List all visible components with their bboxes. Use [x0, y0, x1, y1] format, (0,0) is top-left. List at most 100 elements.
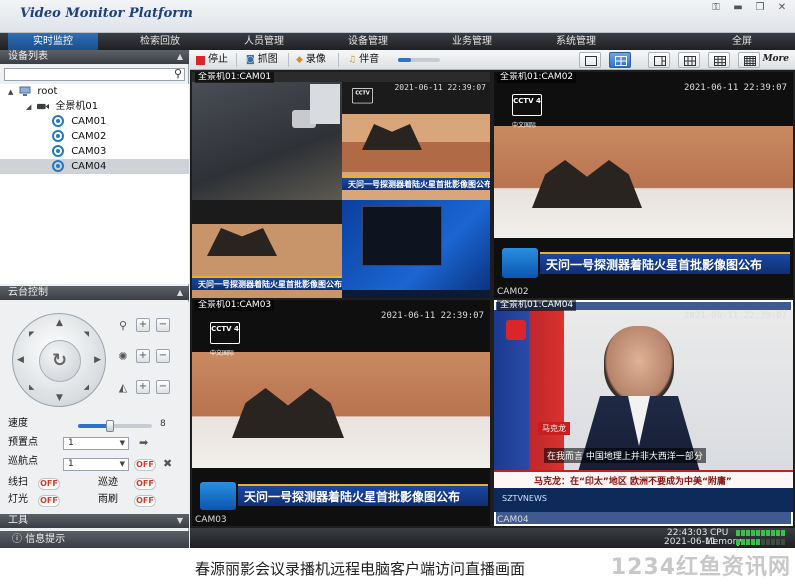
line-scan-toggle[interactable]: OFF: [38, 478, 60, 490]
wiper-toggle[interactable]: OFF: [134, 495, 156, 507]
info-bar[interactable]: ⓘ 信息提示: [0, 531, 189, 548]
layout-1-button[interactable]: [579, 52, 601, 68]
app-title: Video Monitor Platform: [20, 6, 193, 21]
speed-slider-handle[interactable]: [106, 420, 114, 432]
light-toggle[interactable]: OFF: [38, 495, 60, 507]
video-pane-cam04[interactable]: 马克龙 在我而言 中国地理上并非大西洋一部分 马克龙：在“印太”地区 欧洲不要成…: [494, 300, 793, 526]
meter-segment: [761, 529, 765, 536]
meter-segment: [781, 529, 785, 536]
camera-icon: [52, 115, 64, 127]
layout-8-button[interactable]: [678, 52, 700, 68]
cruise-select[interactable]: 1 ▼: [63, 458, 129, 471]
arrow-up-right-icon[interactable]: ◥: [84, 330, 89, 338]
layout-4-button[interactable]: [609, 52, 631, 68]
record-button[interactable]: ◆ 录像: [296, 53, 326, 67]
speed-slider[interactable]: [78, 420, 152, 432]
tree-group[interactable]: ◢ 全景机01: [26, 99, 98, 114]
news-logo-icon: [200, 482, 236, 510]
focus-out-button[interactable]: −: [156, 349, 170, 363]
lower-third: 马克龙：在“印太”地区 欧洲不要成为中美“附庸”: [494, 470, 793, 488]
arrow-down-icon[interactable]: ▼: [56, 393, 63, 403]
tree-camera-cam04[interactable]: CAM04: [0, 159, 189, 174]
tree-camera-cam03[interactable]: CAM03: [52, 144, 106, 159]
arrow-up-icon[interactable]: ▲: [56, 318, 63, 328]
ptz-header[interactable]: 云台控制 ▲: [0, 286, 189, 300]
pane-footer: CAM04: [497, 515, 529, 525]
snapshot-button[interactable]: ◙ 抓图: [246, 53, 278, 67]
search-icon[interactable]: ⚲: [174, 67, 182, 80]
channel-logo: CCTV: [352, 88, 373, 104]
audio-label: 伴音: [359, 54, 380, 65]
arrow-up-left-icon[interactable]: ◤: [29, 330, 34, 338]
goto-preset-icon[interactable]: ➡: [139, 436, 148, 449]
restore-icon[interactable]: ❐: [753, 2, 767, 14]
menu-live-monitor[interactable]: 实时监控: [8, 33, 98, 50]
tree-camera-cam01[interactable]: CAM01: [52, 114, 106, 129]
channel-logo: CCTV 4: [210, 322, 240, 344]
arrow-down-right-icon[interactable]: ◢: [84, 383, 89, 391]
lander-silhouette: [207, 228, 277, 256]
pane-footer: CAM02: [497, 287, 529, 297]
arrow-down-left-icon[interactable]: ◣: [29, 383, 34, 391]
expand-icon[interactable]: ▼: [177, 514, 183, 528]
preset-select[interactable]: 1 ▼: [63, 437, 129, 450]
device-search-input[interactable]: ⚲: [4, 67, 185, 81]
tree-camera-cam02[interactable]: CAM02: [52, 129, 106, 144]
audio-button[interactable]: ♫ 伴音: [348, 53, 379, 67]
menu-fullscreen[interactable]: 全屏: [710, 33, 774, 50]
volume-slider[interactable]: [398, 58, 440, 62]
meter-segment: [741, 538, 745, 545]
auto-rotate-button[interactable]: ↻: [39, 340, 81, 382]
menu-personnel[interactable]: 人员管理: [222, 33, 306, 50]
menu-device[interactable]: 设备管理: [326, 33, 410, 50]
video-pane-cam03[interactable]: CCTV 4 中文国际 2021-06-11 22:39:07 天问一号探测器着…: [192, 300, 490, 526]
layout-9-button[interactable]: [708, 52, 730, 68]
layout-16-button[interactable]: [738, 52, 760, 68]
camera-label: CAM04: [71, 161, 107, 172]
subtitle-text: 在我而言 中国地理上并非大西洋一部分: [544, 448, 706, 463]
settings-tool-icon[interactable]: ✖: [163, 457, 172, 470]
collapse-icon[interactable]: ▲: [177, 286, 183, 300]
minimize-icon[interactable]: ▬: [731, 2, 745, 14]
record-icon: ◆: [296, 55, 303, 65]
status-bar: 22:43:03 CPU 2021-06-11 Memory: [190, 528, 795, 548]
station-logo-icon: [506, 320, 526, 340]
collapse-icon[interactable]: ▲: [177, 50, 183, 64]
zoom-in-button[interactable]: +: [136, 318, 150, 332]
tree-root[interactable]: ▲ root: [8, 84, 57, 99]
menu-system[interactable]: 系统管理: [534, 33, 618, 50]
menu-search-playback[interactable]: 检索回放: [118, 33, 202, 50]
expand-icon[interactable]: ▲: [8, 85, 16, 100]
device-list-header[interactable]: 设备列表 ▲: [0, 50, 189, 64]
focus-in-button[interactable]: +: [136, 349, 150, 363]
video-pane-cam01[interactable]: CCTV 2021-06-11 22:39:07 天问一号探测器着陆火星首批影像…: [192, 72, 490, 298]
layout-eight-icon: [684, 56, 696, 66]
cpu-meter: [736, 529, 786, 538]
info-icon: ⓘ: [12, 534, 22, 545]
menu-business[interactable]: 业务管理: [430, 33, 514, 50]
ptz-direction-pad[interactable]: ▲ ▼ ◀ ▶ ◤ ◥ ◣ ◢ ↻: [12, 313, 106, 407]
patrol-toggle[interactable]: OFF: [134, 478, 156, 490]
arrow-right-icon[interactable]: ▶: [94, 355, 101, 365]
speed-value: 8: [160, 419, 166, 429]
news-caption: 天问一号探测器着陆火星首批影像图公布: [540, 252, 790, 274]
focus-icon: ✺: [118, 349, 128, 363]
desktop-view: [342, 200, 490, 298]
layout-6-button[interactable]: [648, 52, 670, 68]
tools-header[interactable]: 工具 ▼: [0, 514, 189, 528]
more-button[interactable]: More: [763, 54, 789, 64]
close-icon[interactable]: ✕: [775, 2, 789, 14]
iris-open-button[interactable]: +: [136, 380, 150, 394]
stop-button[interactable]: 停止: [196, 53, 228, 67]
stop-icon: [196, 55, 205, 65]
zoom-out-button[interactable]: −: [156, 318, 170, 332]
arrow-left-icon[interactable]: ◀: [17, 355, 24, 365]
pane-title: 全景机01:CAM03: [195, 300, 275, 311]
iris-close-button[interactable]: −: [156, 380, 170, 394]
video-pane-cam02[interactable]: CCTV 4 中文国际 2021-06-11 22:39:07 天问一号探测器着…: [494, 72, 793, 298]
key-icon[interactable]: ⚿: [709, 2, 723, 14]
meter-segment: [751, 538, 755, 545]
expand-icon[interactable]: ◢: [26, 100, 34, 115]
pane-sub-timestamp: 2021-06-11 22:39:07: [394, 83, 486, 92]
cruise-toggle[interactable]: OFF: [134, 459, 156, 471]
